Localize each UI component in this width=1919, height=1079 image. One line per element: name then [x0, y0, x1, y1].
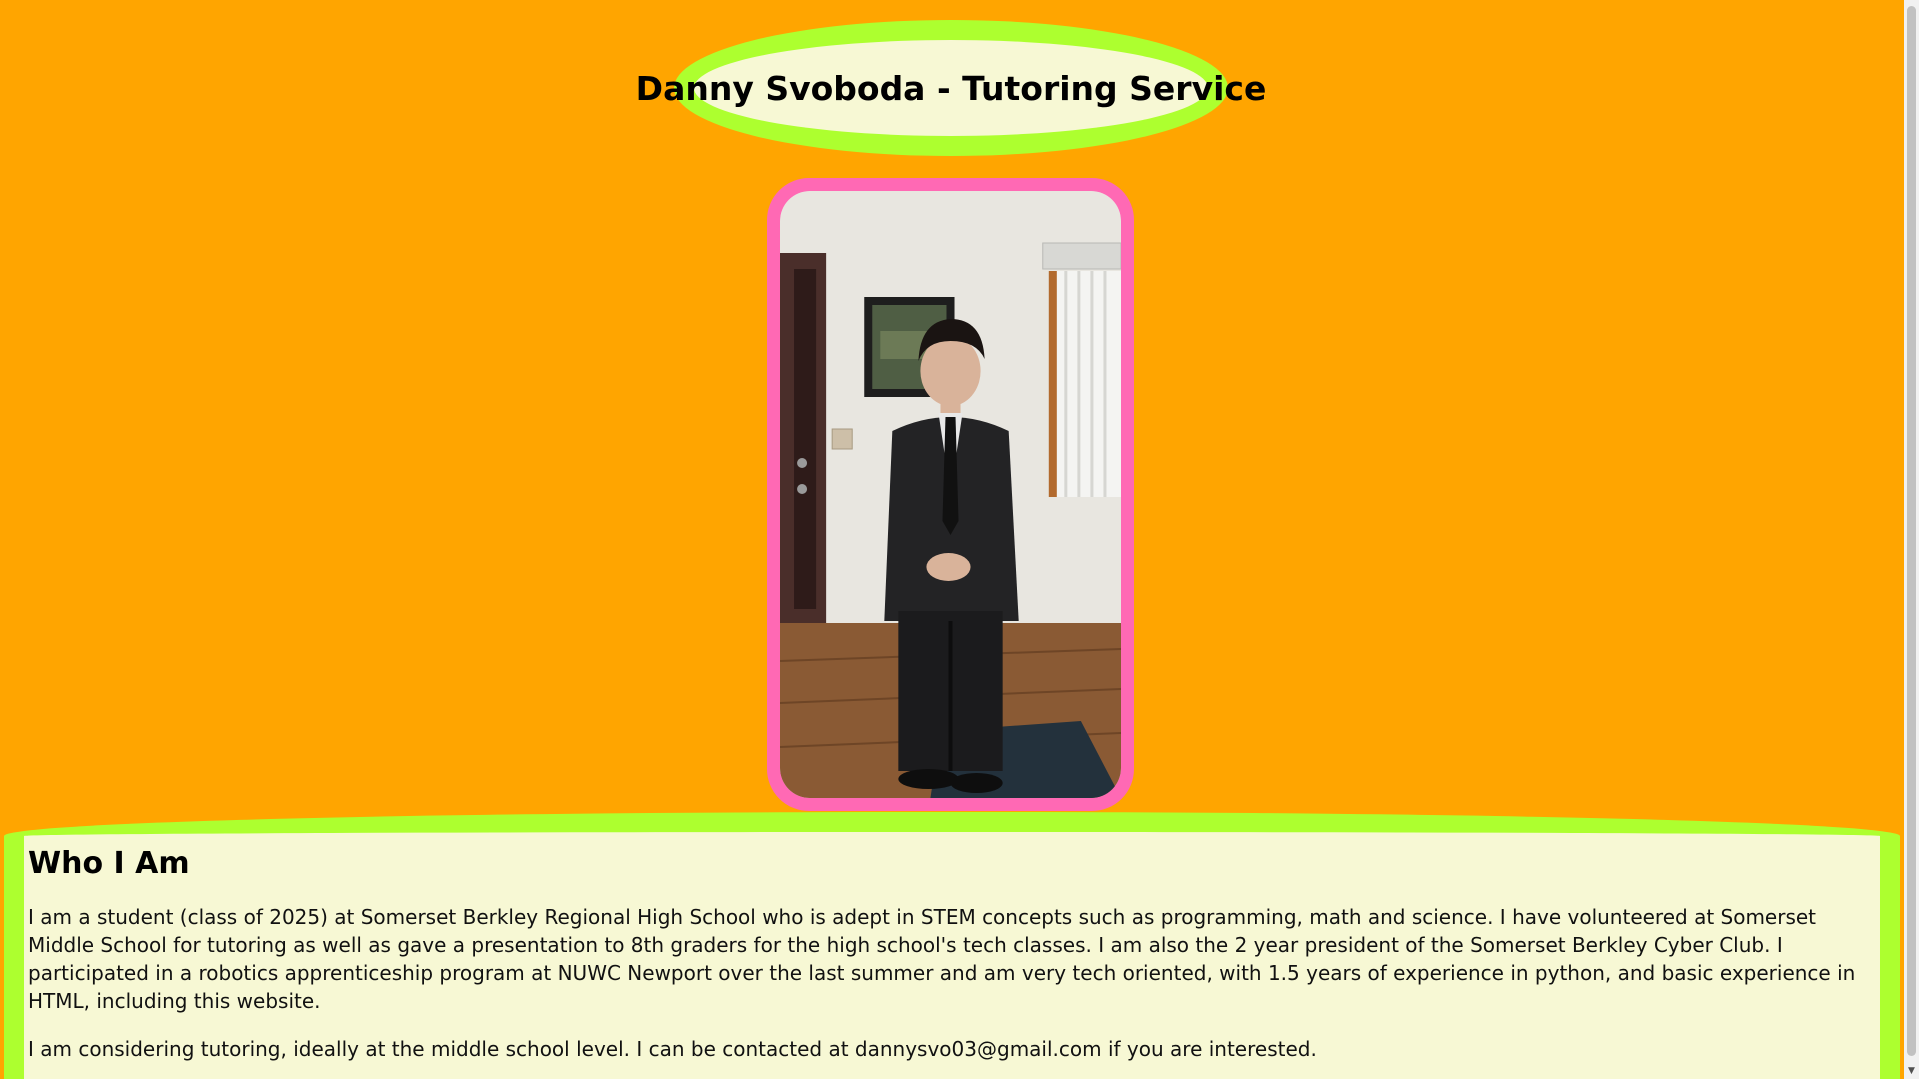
page-title: Danny Svoboda - Tutoring Service — [635, 68, 1267, 108]
page: Danny Svoboda - Tutoring Service Who I A… — [0, 0, 1904, 1079]
photo-illustration — [780, 191, 1121, 798]
chevron-down-icon[interactable]: ▼ — [1904, 1064, 1919, 1079]
about-heading: Who I Am — [28, 846, 190, 881]
vertical-scrollbar[interactable]: ▼ — [1904, 0, 1919, 1079]
title-card: Danny Svoboda - Tutoring Service — [636, 20, 1266, 156]
photo-frame — [767, 178, 1134, 811]
scrollbar-thumb[interactable] — [1907, 6, 1916, 1056]
about-paragraph: I am a student (class of 2025) at Somers… — [28, 905, 1856, 1013]
about-section: Who I Am I am a student (class of 2025) … — [4, 812, 1900, 1079]
contact-paragraph[interactable]: I am considering tutoring, ideally at th… — [28, 1035, 1876, 1063]
profile-photo — [780, 191, 1121, 798]
